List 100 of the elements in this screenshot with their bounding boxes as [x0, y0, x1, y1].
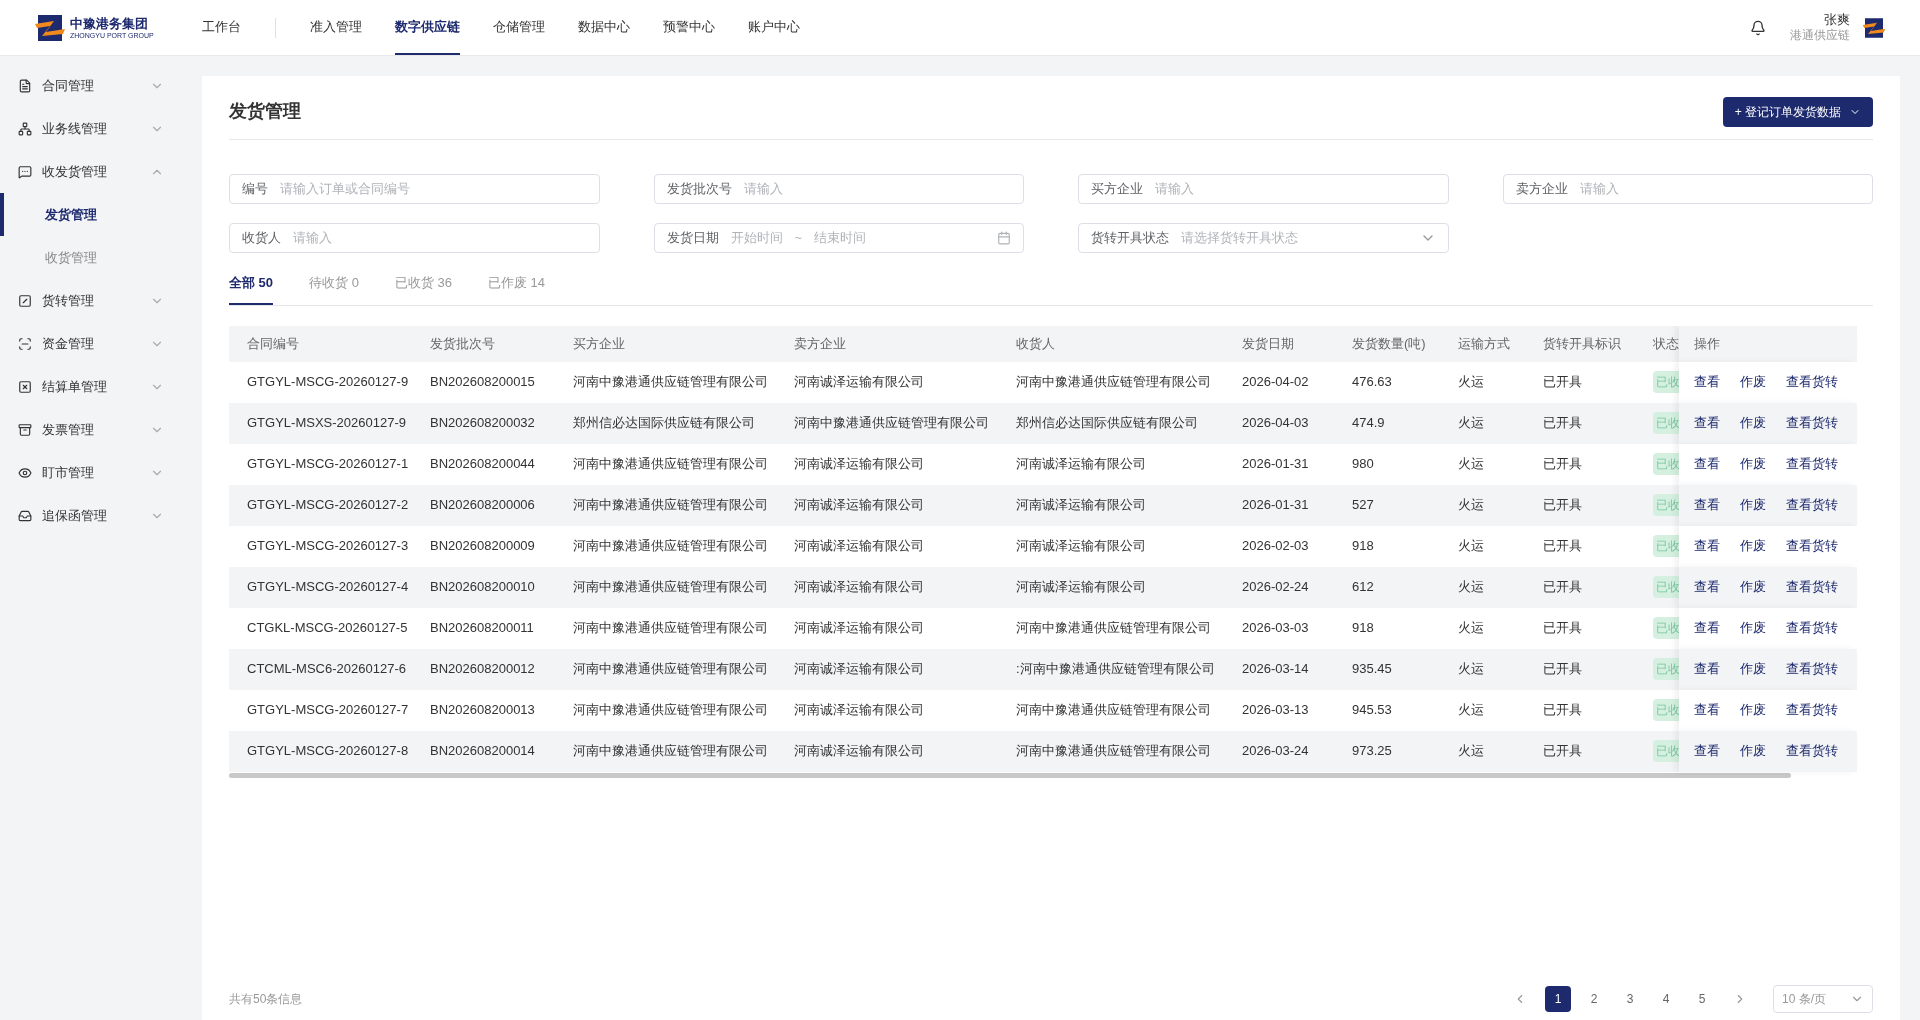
chat-icon: [18, 164, 32, 179]
eye-icon: [18, 465, 32, 480]
table-cell: 935.45: [1352, 648, 1458, 690]
nav-tab[interactable]: 数字供应链: [395, 0, 460, 55]
action-link[interactable]: 查看货转: [1786, 659, 1838, 679]
action-link[interactable]: 作废: [1740, 741, 1766, 761]
filter-tab[interactable]: 全部 50: [229, 273, 274, 305]
end-placeholder: 结束时间: [814, 229, 868, 248]
column-header: 发货数量(吨): [1352, 325, 1458, 362]
action-link[interactable]: 查看: [1694, 454, 1720, 474]
field-label: 发货批次号: [666, 180, 732, 199]
input-field[interactable]: 编号 请输入订单或合同编号: [229, 174, 600, 204]
action-link[interactable]: 查看货转: [1786, 577, 1838, 597]
scrollbar[interactable]: [229, 772, 1791, 778]
nav-tab[interactable]: 准入管理: [310, 0, 362, 55]
sidebar-item[interactable]: 资金管理: [0, 322, 202, 365]
action-link[interactable]: 查看: [1694, 618, 1720, 638]
user-name: 张爽: [1824, 11, 1850, 29]
flowchart-icon: [18, 121, 32, 136]
select-field[interactable]: 货转开具状态 请选择货转开具状态: [1078, 223, 1449, 253]
column-header: 状态: [1653, 325, 1679, 362]
action-link[interactable]: 查看: [1694, 372, 1720, 392]
action-link[interactable]: 查看: [1694, 495, 1720, 515]
action-link[interactable]: 作废: [1740, 577, 1766, 597]
action-link[interactable]: 查看货转: [1786, 372, 1838, 392]
column-header: 收货人: [1016, 325, 1242, 362]
page-button[interactable]: 4: [1653, 986, 1679, 1012]
action-link[interactable]: 查看货转: [1786, 536, 1838, 556]
sidebar-item[interactable]: 合同管理: [0, 64, 202, 107]
action-link[interactable]: 查看货转: [1786, 700, 1838, 720]
table-cell: BN202608200006: [430, 484, 573, 526]
action-link[interactable]: 作废: [1740, 372, 1766, 392]
table-cell: 2026-02-24: [1242, 566, 1352, 608]
action-link[interactable]: 作废: [1740, 618, 1766, 638]
table-cell: 973.25: [1352, 730, 1458, 772]
table-cell: 河南中豫港通供应链管理有限公司: [573, 648, 794, 690]
table-cell: 火运: [1458, 648, 1543, 690]
action-link[interactable]: 作废: [1740, 700, 1766, 720]
table-cell: 郑州信必达国际供应链有限公司: [1016, 402, 1242, 444]
page-button[interactable]: 3: [1617, 986, 1643, 1012]
table-cell: 2026-01-31: [1242, 484, 1352, 526]
register-button[interactable]: + 登记订单发货数据: [1722, 96, 1873, 127]
start-placeholder: 开始时间: [730, 229, 783, 248]
document-icon: [18, 78, 32, 93]
nav-tab[interactable]: 预警中心: [663, 0, 715, 55]
input-field[interactable]: 买方企业 请输入: [1078, 174, 1449, 204]
sidebar-item[interactable]: 收发货管理: [0, 150, 202, 193]
table-cell: 河南诚泽运输有限公司: [794, 484, 1016, 526]
table-cell: GTGYL-MSCG-20260127-2: [229, 484, 430, 526]
table-cell: 河南中豫港通供应链管理有限公司: [1016, 730, 1242, 772]
action-link[interactable]: 查看: [1694, 741, 1720, 761]
nav-tab[interactable]: 数据中心: [578, 0, 630, 55]
table-cell: 河南诚泽运输有限公司: [794, 730, 1016, 772]
column-header: 货转开具标识: [1543, 325, 1653, 362]
action-link[interactable]: 作废: [1740, 659, 1766, 679]
inbox-icon: [18, 508, 32, 523]
action-link[interactable]: 作废: [1740, 536, 1766, 556]
action-link[interactable]: 查看: [1694, 700, 1720, 720]
action-link[interactable]: 查看货转: [1786, 618, 1838, 638]
action-link[interactable]: 查看: [1694, 659, 1720, 679]
table-cell: BN202608200032: [430, 402, 573, 444]
scan-icon: [18, 336, 32, 351]
sidebar-item[interactable]: 货转管理: [0, 279, 202, 322]
action-link[interactable]: 查看: [1694, 577, 1720, 597]
nav-tab[interactable]: 工作台: [202, 0, 241, 55]
action-link[interactable]: 查看货转: [1786, 741, 1838, 761]
table-cell: 河南中豫港通供应链管理有限公司: [573, 730, 794, 772]
column-header: 买方企业: [573, 325, 794, 362]
action-link[interactable]: 查看: [1694, 413, 1720, 433]
slash-box-icon: [18, 293, 32, 308]
date-range-field[interactable]: 发货日期 开始时间 ~ 结束时间: [653, 223, 1024, 253]
action-link[interactable]: 查看货转: [1786, 454, 1838, 474]
action-link[interactable]: 作废: [1740, 454, 1766, 474]
table-cell: 河南诚泽运输有限公司: [1016, 566, 1242, 608]
sidebar-item[interactable]: 发票管理: [0, 408, 202, 451]
x-box-icon: [18, 379, 32, 394]
input-field[interactable]: 发货批次号 请输入: [653, 174, 1024, 204]
action-link[interactable]: 查看货转: [1786, 413, 1838, 433]
sidebar-item[interactable]: 盯市管理: [0, 451, 202, 494]
sidebar-item[interactable]: 业务线管理: [0, 107, 202, 150]
placeholder-text: 请输入订单或合同编号: [280, 180, 411, 199]
sidebar-item[interactable]: 结算单管理: [0, 365, 202, 408]
page-button[interactable]: 1: [1545, 986, 1571, 1012]
action-link[interactable]: 作废: [1740, 413, 1766, 433]
sidebar-item[interactable]: 追保函管理: [0, 494, 202, 537]
input-field[interactable]: 卖方企业 请输入: [1502, 174, 1873, 204]
table-cell: 已开具: [1543, 566, 1653, 608]
action-link[interactable]: 作废: [1740, 495, 1766, 515]
table-cell: 474.9: [1352, 402, 1458, 444]
nav-tab[interactable]: 账户中心: [748, 0, 800, 55]
table-cell: 郑州信必达国际供应链有限公司: [573, 402, 794, 444]
action-link[interactable]: 查看货转: [1786, 495, 1838, 515]
nav-tab[interactable]: 仓储管理: [493, 0, 545, 55]
bell-icon[interactable]: [1750, 19, 1766, 36]
input-field[interactable]: 收货人 请输入: [229, 223, 600, 253]
action-link[interactable]: 查看: [1694, 536, 1720, 556]
field-label: 编号: [242, 180, 268, 199]
page-button[interactable]: 2: [1581, 986, 1607, 1012]
page-button[interactable]: 5: [1689, 986, 1715, 1012]
column-header: 发货批次号: [430, 325, 573, 362]
